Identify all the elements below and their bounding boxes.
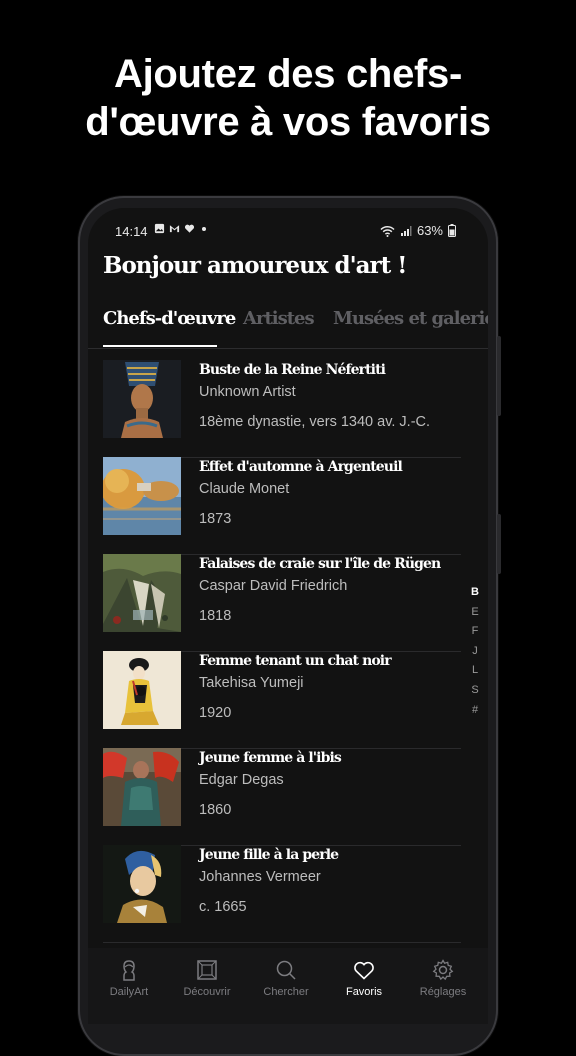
bust-icon (123, 960, 135, 981)
gear-icon (432, 959, 454, 981)
wifi-icon (380, 225, 395, 237)
greeting-title: Bonjour amoureux d'art ! (103, 252, 407, 279)
artwork-title: Femme tenant un chat noir (199, 653, 392, 669)
artwork-thumbnail (103, 845, 181, 923)
artwork-title: Falaises de craie sur l'île de Rügen (199, 556, 441, 572)
index-letter[interactable]: L (469, 664, 481, 684)
artwork-thumbnail (103, 457, 181, 535)
index-letter[interactable]: E (469, 606, 481, 626)
tab-bar: Chefs-d'œuvre Artistes Musées et galerie… (88, 304, 488, 349)
artwork-title: Jeune fille à la perle (199, 847, 339, 863)
phone-side-button (497, 336, 501, 416)
artwork-date: 1818 (199, 608, 232, 624)
tab-artists[interactable]: Artistes (243, 308, 315, 329)
nav-label: Favoris (345, 986, 383, 998)
battery-percent: 63% (416, 223, 443, 238)
notification-icons (154, 223, 209, 234)
phone-side-button (497, 514, 501, 574)
active-tab-indicator (103, 345, 217, 347)
artwork-date: 1920 (199, 705, 232, 721)
artwork-title: Buste de la Reine Néfertiti (199, 362, 386, 378)
tab-masterpieces[interactable]: Chefs-d'œuvre (103, 308, 236, 329)
artwork-artist: Edgar Degas (199, 772, 284, 788)
search-icon (276, 960, 296, 980)
status-bar: 14:14 63% (88, 220, 488, 244)
artwork-artist: Johannes Vermeer (199, 869, 321, 885)
artwork-item[interactable]: Jeune fille à la perle Johannes Vermeer … (103, 845, 461, 943)
artwork-artist: Caspar David Friedrich (199, 578, 348, 594)
index-letter[interactable]: B (469, 586, 481, 606)
artwork-thumbnail (103, 554, 181, 632)
artwork-artist: Claude Monet (199, 481, 290, 497)
nav-label: DailyArt (109, 986, 149, 998)
frame-icon (197, 960, 217, 980)
artwork-item[interactable]: Falaises de craie sur l'île de Rügen Cas… (103, 554, 461, 652)
nav-favorites[interactable]: Favoris (326, 958, 402, 998)
artwork-date: 18ème dynastie, vers 1340 av. J.-C. (199, 414, 431, 430)
promo-headline: Ajoutez des chefs- d'œuvre à vos favoris (0, 50, 576, 146)
artwork-item[interactable]: Femme tenant un chat noir Takehisa Yumej… (103, 651, 461, 749)
gmail-notification-icon (169, 225, 180, 233)
index-letter[interactable]: # (469, 704, 481, 724)
bottom-navigation: DailyArt Découvrir Chercher Favoris Régl… (88, 948, 488, 1024)
gallery-notification-icon (154, 223, 165, 234)
artwork-artist: Unknown Artist (199, 384, 296, 400)
index-letter[interactable]: J (469, 645, 481, 665)
headline-line-2: d'œuvre à vos favoris (85, 100, 491, 144)
system-icons: 63% (380, 223, 456, 238)
tab-museums[interactable]: Musées et galeries (333, 308, 488, 329)
headline-line-1: Ajoutez des chefs- (114, 52, 462, 96)
artwork-item[interactable]: Jeune femme à l'ibis Edgar Degas 1860 (103, 748, 461, 846)
artwork-thumbnail (103, 360, 181, 438)
artwork-item[interactable]: Effet d'automne à Argenteuil Claude Mone… (103, 457, 461, 555)
nav-discover[interactable]: Découvrir (169, 958, 245, 998)
status-time: 14:14 (115, 224, 148, 239)
nav-label: Découvrir (183, 986, 231, 998)
alphabet-index: B E F J L S # (469, 586, 481, 723)
artwork-date: 1873 (199, 511, 232, 527)
index-letter[interactable]: S (469, 684, 481, 704)
app-screen: 14:14 63% Bonjour amoureux d'art ! Chefs… (88, 208, 488, 1024)
heart-icon (354, 961, 374, 980)
signal-icon (400, 225, 412, 236)
battery-icon (448, 224, 456, 237)
artwork-date: 1860 (199, 802, 232, 818)
artwork-thumbnail (103, 748, 181, 826)
artwork-title: Jeune femme à l'ibis (199, 750, 342, 766)
artwork-date: c. 1665 (199, 899, 247, 915)
heart-notification-icon (184, 224, 195, 233)
nav-label: Chercher (263, 986, 309, 998)
artwork-thumbnail (103, 651, 181, 729)
artwork-item[interactable]: Buste de la Reine Néfertiti Unknown Arti… (103, 360, 461, 458)
index-letter[interactable]: F (469, 625, 481, 645)
nav-dailyart[interactable]: DailyArt (91, 958, 167, 998)
artwork-title: Effet d'automne à Argenteuil (199, 459, 403, 475)
nav-search[interactable]: Chercher (248, 958, 324, 998)
artwork-artist: Takehisa Yumeji (199, 675, 304, 691)
nav-settings[interactable]: Réglages (405, 958, 481, 998)
dot-icon (202, 226, 206, 231)
nav-label: Réglages (419, 986, 467, 998)
